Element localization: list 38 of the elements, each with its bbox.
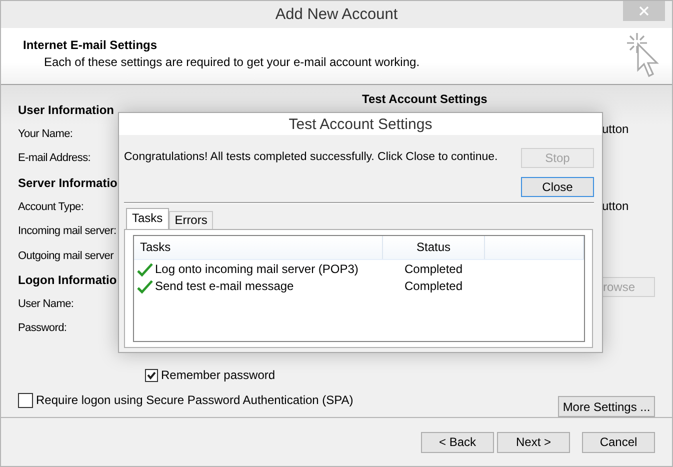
checkbox-label: Require logon using Secure Password Authentication (SPA) bbox=[36, 393, 354, 407]
field-label: E-mail Address: bbox=[18, 151, 91, 166]
instruction-text: utton bbox=[602, 122, 629, 136]
header-subtitle: Each of these settings are required to get your e-mail account working. bbox=[43, 55, 420, 69]
cancel-button[interactable]: Cancel bbox=[582, 432, 655, 452]
checkbox[interactable] bbox=[18, 392, 33, 408]
header-title: Internet E-mail Settings bbox=[23, 38, 158, 52]
tab[interactable]: Tasks bbox=[126, 208, 169, 229]
field-label: Account Type: bbox=[18, 200, 84, 215]
checkmark-icon bbox=[147, 370, 156, 380]
close-icon bbox=[639, 6, 649, 16]
window-title: Add New Account bbox=[275, 6, 398, 24]
field-label: Your Name: bbox=[18, 127, 73, 142]
section-heading: Logon Informatio bbox=[18, 272, 117, 289]
tab[interactable]: Errors bbox=[168, 211, 214, 229]
field-label: Password: bbox=[18, 321, 67, 336]
more-settings-button[interactable]: More Settings ... bbox=[558, 396, 655, 417]
cursor-sparkle-icon bbox=[626, 32, 662, 78]
table-cell: Send test e-mail message bbox=[155, 278, 294, 295]
next-button[interactable]: Next > bbox=[497, 432, 570, 452]
field-label: Incoming mail server: bbox=[18, 224, 116, 240]
field-label: Outgoing mail server bbox=[18, 248, 114, 264]
column-header[interactable]: Tasks bbox=[134, 236, 383, 259]
field-label: User Name: bbox=[18, 296, 74, 312]
table-cell-text: Completed bbox=[403, 278, 464, 295]
table-cell: Log onto incoming mail server (POP3) bbox=[155, 261, 358, 278]
table-cell-text: Completed bbox=[403, 261, 464, 278]
column-header[interactable]: Status bbox=[383, 236, 485, 259]
close-button[interactable]: Close bbox=[521, 177, 594, 197]
status-message: Congratulations! All tests completed successfully. Click Close to continue. bbox=[124, 151, 498, 165]
instruction-text: utton bbox=[602, 199, 629, 213]
section-heading: User Information bbox=[18, 102, 114, 119]
dialog-title: Test Account Settings bbox=[119, 113, 602, 135]
section-heading: Server Informatio bbox=[18, 174, 118, 192]
section-heading: Test Account Settings bbox=[362, 91, 488, 108]
checkbox[interactable] bbox=[145, 368, 158, 382]
back-button[interactable]: < Back bbox=[421, 432, 494, 452]
checkbox-label: Remember password bbox=[161, 368, 276, 382]
